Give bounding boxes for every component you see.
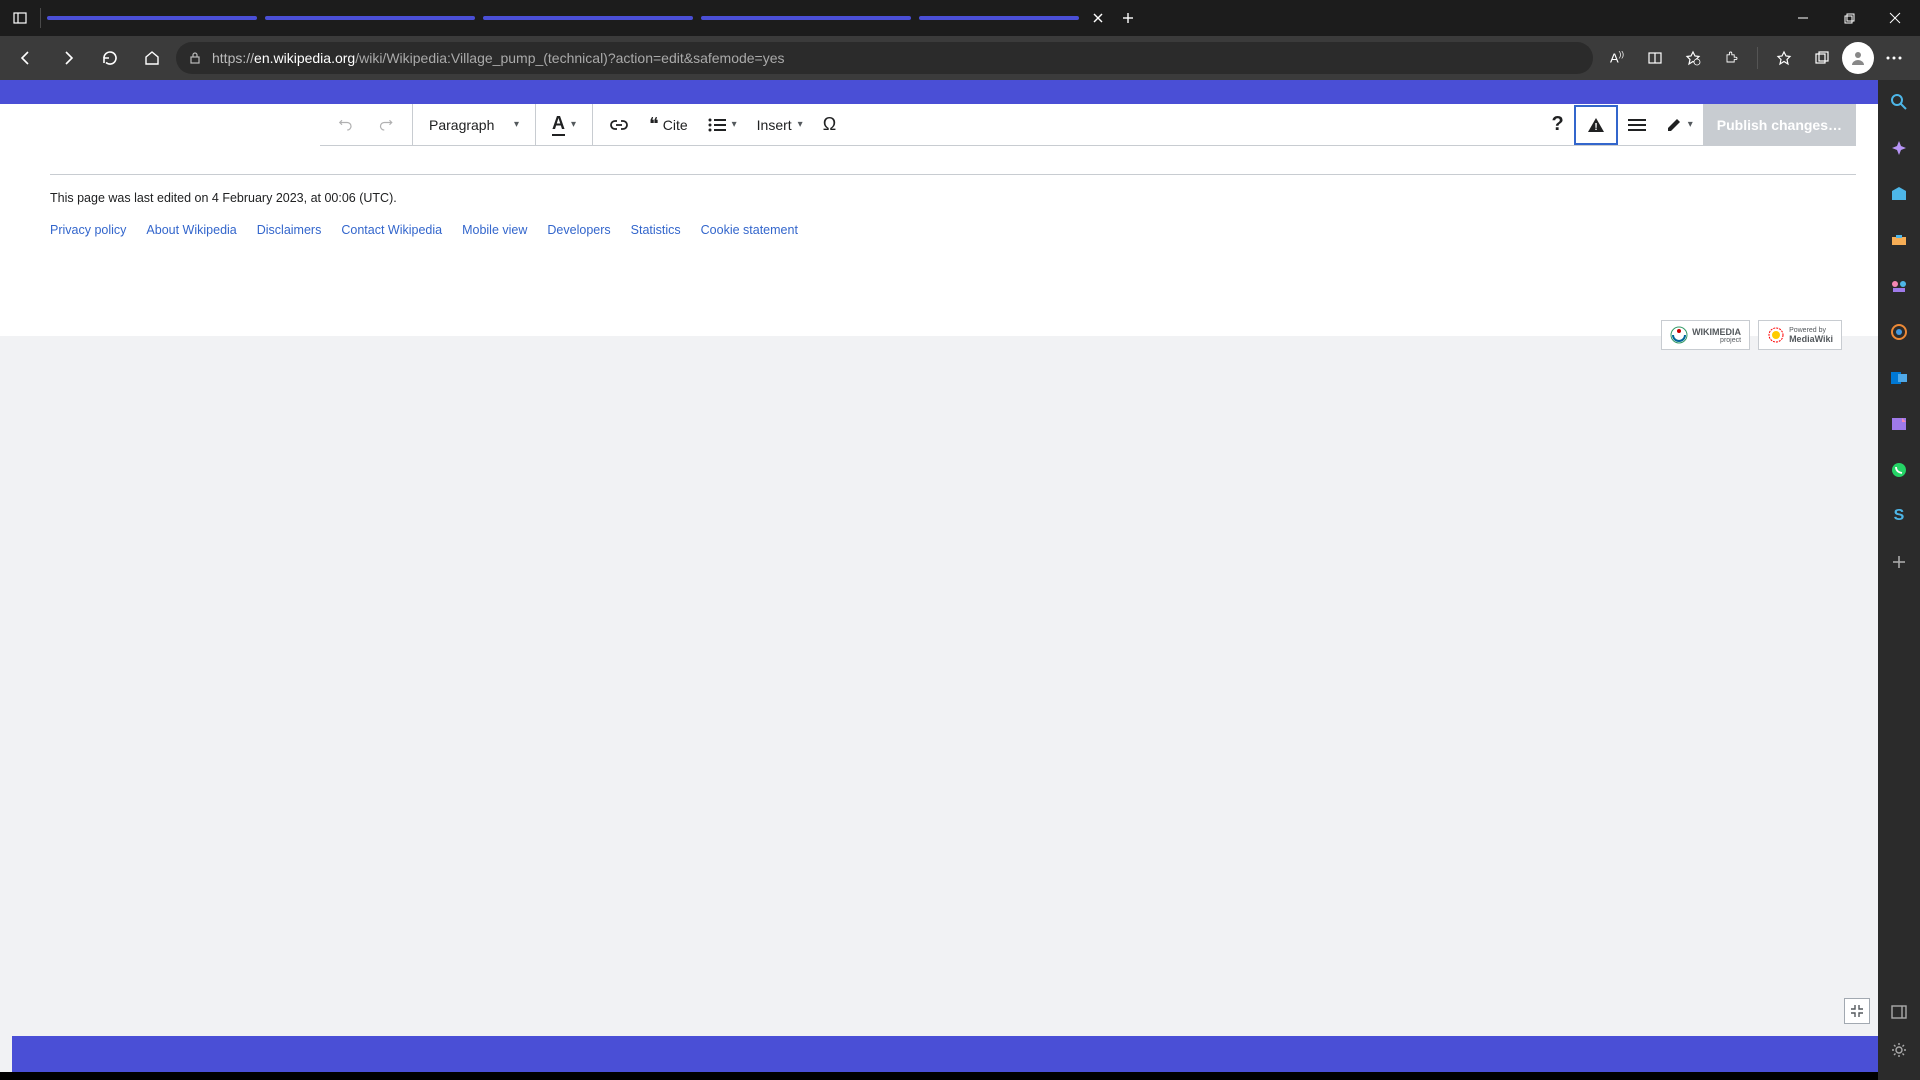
- cite-button[interactable]: ❝Cite: [639, 105, 698, 145]
- close-tab-button[interactable]: [1083, 3, 1113, 33]
- accent-bar: [0, 80, 1920, 104]
- browser-tab[interactable]: [47, 16, 257, 20]
- discover-icon[interactable]: [1887, 136, 1911, 160]
- extensions-button[interactable]: [1713, 40, 1749, 76]
- close-window-button[interactable]: [1872, 0, 1918, 36]
- office-icon[interactable]: [1887, 320, 1911, 344]
- browser-tab[interactable]: [919, 16, 1079, 20]
- page-options-button[interactable]: [1618, 105, 1656, 145]
- insert-dropdown[interactable]: Insert▾: [747, 105, 813, 145]
- shopping-icon[interactable]: [1887, 182, 1911, 206]
- privacy-policy-link[interactable]: Privacy policy: [50, 223, 126, 237]
- new-tab-button[interactable]: [1113, 3, 1143, 33]
- last-edited-text: This page was last edited on 4 February …: [50, 191, 1856, 205]
- link-button[interactable]: [599, 105, 639, 145]
- read-aloud-button[interactable]: A)): [1599, 40, 1635, 76]
- redo-button[interactable]: [366, 105, 406, 145]
- statistics-link[interactable]: Statistics: [631, 223, 681, 237]
- developers-link[interactable]: Developers: [547, 223, 610, 237]
- lock-icon: [188, 51, 202, 65]
- browser-tab-active[interactable]: [483, 16, 693, 20]
- undo-button[interactable]: [326, 105, 366, 145]
- exit-fullscreen-button[interactable]: [1844, 998, 1870, 1024]
- divider: [50, 174, 1856, 175]
- address-bar[interactable]: https://en.wikipedia.org/wiki/Wikipedia:…: [176, 42, 1593, 74]
- browser-tab[interactable]: [701, 16, 911, 20]
- publish-changes-button[interactable]: Publish changes…: [1703, 104, 1856, 146]
- visual-editor-toolbar: Paragraph▾ A▾ ❝Cite ▾ Insert▾ Ω ? !: [320, 104, 1856, 146]
- list-dropdown[interactable]: ▾: [698, 105, 747, 145]
- add-sidebar-button[interactable]: [1887, 550, 1911, 574]
- home-button[interactable]: [134, 40, 170, 76]
- browser-titlebar: [0, 0, 1920, 36]
- tools-icon[interactable]: [1887, 228, 1911, 252]
- divider: [1757, 47, 1758, 69]
- help-button[interactable]: ?: [1542, 105, 1574, 145]
- whatsapp-icon[interactable]: [1887, 458, 1911, 482]
- mobile-view-link[interactable]: Mobile view: [462, 223, 527, 237]
- back-button[interactable]: [8, 40, 44, 76]
- refresh-button[interactable]: [92, 40, 128, 76]
- sidebar-collapse-icon[interactable]: [1887, 1000, 1911, 1024]
- collections-button[interactable]: [1804, 40, 1840, 76]
- profile-button[interactable]: [1842, 42, 1874, 74]
- content-area: Paragraph▾ A▾ ❝Cite ▾ Insert▾ Ω ? !: [0, 104, 1920, 1080]
- tab-strip: [43, 0, 1780, 36]
- notices-button[interactable]: !: [1574, 105, 1618, 145]
- favorites-star-button[interactable]: [1675, 40, 1711, 76]
- notes-icon[interactable]: [1887, 412, 1911, 436]
- accent-bar-bottom: [12, 1036, 1878, 1072]
- special-character-button[interactable]: Ω: [813, 105, 846, 145]
- about-wikipedia-link[interactable]: About Wikipedia: [146, 223, 236, 237]
- forward-button[interactable]: [50, 40, 86, 76]
- tab-actions-button[interactable]: [2, 0, 38, 36]
- window-controls: [1780, 0, 1918, 36]
- outlook-icon[interactable]: [1887, 366, 1911, 390]
- edit-mode-dropdown[interactable]: ▾: [1656, 105, 1703, 145]
- footer-links: Privacy policy About Wikipedia Disclaime…: [50, 223, 1856, 237]
- taskbar-edge: [0, 1072, 1920, 1080]
- divider: [40, 8, 41, 28]
- edge-sidebar: S: [1878, 80, 1920, 1080]
- cookie-statement-link[interactable]: Cookie statement: [701, 223, 798, 237]
- url-text: https://en.wikipedia.org/wiki/Wikipedia:…: [212, 50, 785, 66]
- browser-navbar: https://en.wikipedia.org/wiki/Wikipedia:…: [0, 36, 1920, 80]
- disclaimers-link[interactable]: Disclaimers: [257, 223, 322, 237]
- favorites-button[interactable]: [1766, 40, 1802, 76]
- menu-button[interactable]: [1876, 40, 1912, 76]
- navbar-right-icons: A)): [1599, 40, 1912, 76]
- svg-text:!: !: [1594, 122, 1597, 133]
- immersive-reader-button[interactable]: [1637, 40, 1673, 76]
- contact-wikipedia-link[interactable]: Contact Wikipedia: [341, 223, 442, 237]
- mediawiki-logo[interactable]: Powered byMediaWiki: [1758, 320, 1842, 350]
- wikimedia-logo[interactable]: WIKIMEDIAproject: [1661, 320, 1750, 350]
- minimize-button[interactable]: [1780, 0, 1826, 36]
- main-viewport: Paragraph▾ A▾ ❝Cite ▾ Insert▾ Ω ? !: [0, 104, 1920, 1080]
- paragraph-format-dropdown[interactable]: Paragraph▾: [419, 105, 529, 145]
- text-style-dropdown[interactable]: A▾: [542, 105, 586, 145]
- skype-icon[interactable]: S: [1887, 504, 1911, 528]
- maximize-button[interactable]: [1826, 0, 1872, 36]
- footer-logos: WIKIMEDIAproject Powered byMediaWiki: [1661, 320, 1842, 350]
- browser-tab[interactable]: [265, 16, 475, 20]
- search-icon[interactable]: [1887, 90, 1911, 114]
- settings-icon[interactable]: [1887, 1038, 1911, 1062]
- games-icon[interactable]: [1887, 274, 1911, 298]
- page-content: Paragraph▾ A▾ ❝Cite ▾ Insert▾ Ω ? !: [0, 104, 1906, 336]
